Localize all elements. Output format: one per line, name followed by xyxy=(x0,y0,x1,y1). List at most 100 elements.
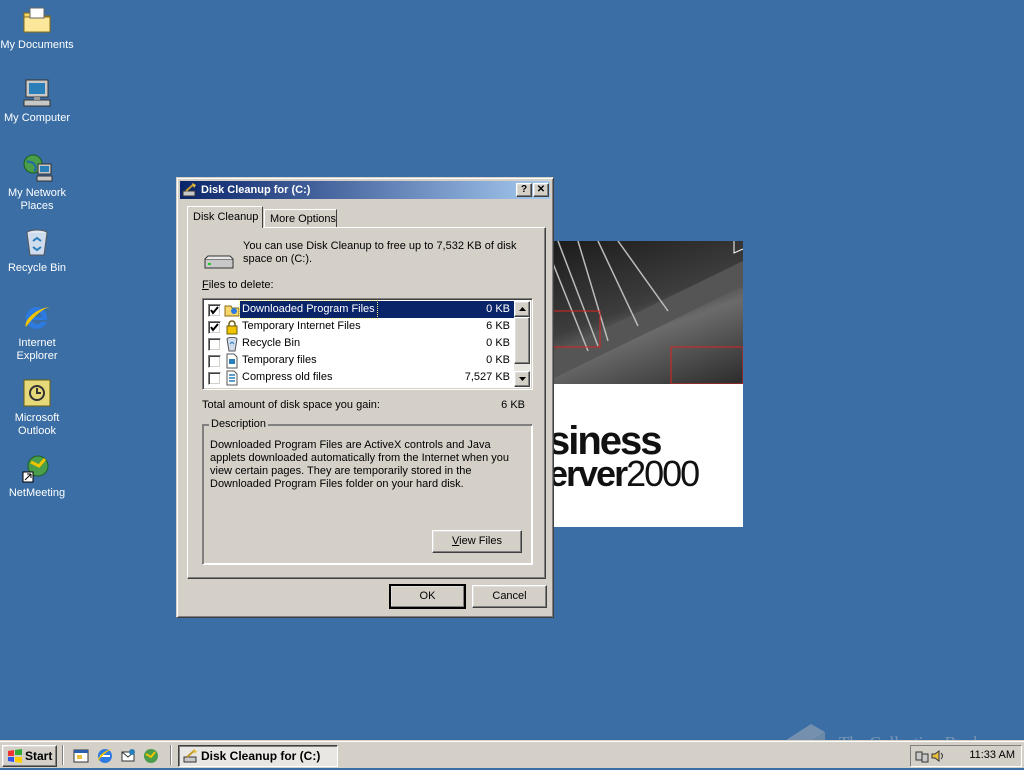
netmeeting-icon xyxy=(21,452,53,484)
lock-icon xyxy=(224,319,240,335)
desktop-icon-my-network-places[interactable]: My Network Places xyxy=(0,152,74,213)
file-checkbox[interactable] xyxy=(208,372,221,385)
desktop-icon-my-computer[interactable]: My Computer xyxy=(0,77,74,125)
network-icon xyxy=(21,152,53,184)
splash-word: erver xyxy=(548,453,628,494)
taskbar-separator xyxy=(170,745,172,765)
file-checkbox[interactable] xyxy=(208,304,221,317)
help-icon: ? xyxy=(520,184,528,195)
desktop-icon-netmeeting[interactable]: NetMeeting xyxy=(0,452,74,500)
hard-drive-icon xyxy=(204,255,234,269)
network-tray-icon[interactable] xyxy=(915,749,929,763)
splash-year: 2000 xyxy=(626,453,700,494)
list-scrollbar[interactable] xyxy=(514,301,530,387)
disk-cleanup-icon xyxy=(182,182,198,198)
file-name: Temporary files xyxy=(242,354,317,366)
cancel-label: Cancel xyxy=(492,590,527,602)
cancel-button[interactable]: Cancel xyxy=(472,585,547,608)
sbs-splash-image: siness erver2000 xyxy=(548,241,743,527)
desktop-icon-label: NetMeeting xyxy=(8,487,66,499)
description-text: Downloaded Program Files are ActiveX con… xyxy=(210,439,510,490)
show-desktop-icon[interactable] xyxy=(72,747,90,765)
desktop-icon-label: Internet Explorer xyxy=(16,337,58,362)
windows-flag-icon xyxy=(7,749,23,763)
system-tray: 11:33 AM xyxy=(910,745,1022,767)
files-listbox[interactable]: Downloaded Program Files 0 KB Temporary … xyxy=(202,298,533,390)
arrow-down-icon xyxy=(519,377,526,381)
outlook-icon xyxy=(21,377,53,409)
list-item[interactable]: Downloaded Program Files 0 KB xyxy=(205,300,514,319)
files-label-mnemonic: F xyxy=(202,279,209,291)
taskbar: Start Disk Cleanup for (C:) 11:33 AM xyxy=(0,740,1024,768)
file-checkbox[interactable] xyxy=(208,355,221,368)
description-legend: Description xyxy=(209,418,269,430)
file-icon xyxy=(224,353,240,369)
file-size: 0 KB xyxy=(486,337,510,349)
file-size: 0 KB xyxy=(486,303,510,315)
dialog-title: Disk Cleanup for (C:) xyxy=(201,184,311,196)
file-name: Downloaded Program Files xyxy=(239,300,378,319)
scroll-down-button[interactable] xyxy=(514,371,530,387)
tab-more-options[interactable]: More Options xyxy=(264,209,337,228)
close-icon: ✕ xyxy=(536,184,546,195)
ok-button[interactable]: OK xyxy=(389,584,466,609)
desktop-icon-label: Recycle Bin xyxy=(7,262,67,274)
recycle-bin-icon xyxy=(224,336,240,352)
disk-cleanup-dialog: Disk Cleanup for (C:) ? ✕ Disk Cleanup M… xyxy=(176,177,554,618)
bridge-photo xyxy=(548,241,743,385)
arrow-up-icon xyxy=(519,307,526,311)
start-label: Start xyxy=(25,749,53,763)
disk-cleanup-icon xyxy=(183,748,199,764)
list-item[interactable]: Compress old files 7,527 KB xyxy=(205,369,514,386)
file-checkbox[interactable] xyxy=(208,321,221,334)
folder-icon xyxy=(21,4,53,36)
desktop-icon-label: Microsoft Outlook xyxy=(14,412,60,437)
ok-label: OK xyxy=(419,590,436,602)
total-space-value: 6 KB xyxy=(501,399,525,411)
tab-disk-cleanup[interactable]: Disk Cleanup xyxy=(187,206,263,228)
volume-icon[interactable] xyxy=(931,749,945,763)
list-item[interactable]: Recycle Bin 0 KB xyxy=(205,335,514,352)
intro-text: You can use Disk Cleanup to free up to 7… xyxy=(243,240,517,265)
internet-explorer-icon xyxy=(21,302,53,334)
file-name: Recycle Bin xyxy=(242,337,301,349)
view-files-button[interactable]: View Files xyxy=(432,530,522,553)
recycle-bin-icon xyxy=(21,227,53,259)
computer-icon xyxy=(21,77,53,109)
dialog-titlebar[interactable]: Disk Cleanup for (C:) ? ✕ xyxy=(180,181,550,199)
desktop-icon-label: My Documents xyxy=(0,39,74,51)
file-name: Temporary Internet Files xyxy=(242,320,361,332)
splash-text-line2: erver2000 xyxy=(548,453,700,495)
desktop-icon-my-documents[interactable]: My Documents xyxy=(0,4,74,52)
files-label-text: iles to delete: xyxy=(208,279,274,291)
internet-explorer-icon[interactable] xyxy=(96,747,114,765)
desktop-icon-label: My Network Places xyxy=(7,187,67,212)
file-size: 0 KB xyxy=(486,354,510,366)
list-item[interactable]: Temporary Internet Files 6 KB xyxy=(205,318,514,335)
desktop-icon-internet-explorer[interactable]: Internet Explorer xyxy=(0,302,74,363)
netmeeting-icon[interactable] xyxy=(142,747,160,765)
scroll-up-button[interactable] xyxy=(514,301,530,317)
file-checkbox[interactable] xyxy=(208,338,221,351)
desktop-icon-recycle-bin[interactable]: Recycle Bin xyxy=(0,227,74,275)
taskbar-button-disk-cleanup[interactable]: Disk Cleanup for (C:) xyxy=(178,745,338,767)
close-button[interactable]: ✕ xyxy=(533,183,549,197)
outlook-express-icon[interactable] xyxy=(119,747,137,765)
total-space-label: Total amount of disk space you gain: xyxy=(202,399,380,411)
scroll-thumb[interactable] xyxy=(514,317,530,364)
start-button[interactable]: Start xyxy=(2,745,57,767)
file-size: 6 KB xyxy=(486,320,510,332)
file-name: Compress old files xyxy=(242,371,333,383)
files-to-delete-label: Files to delete: xyxy=(202,279,274,291)
taskbar-separator xyxy=(62,745,64,765)
desktop-icon-microsoft-outlook[interactable]: Microsoft Outlook xyxy=(0,377,74,438)
compress-icon xyxy=(224,370,240,386)
tab-label: Disk Cleanup xyxy=(193,211,259,223)
list-item[interactable]: Temporary files 0 KB xyxy=(205,352,514,369)
downloaded-files-icon xyxy=(224,302,240,318)
help-button[interactable]: ? xyxy=(516,183,532,197)
desktop-icon-label: My Computer xyxy=(3,112,71,124)
tab-label: More Options xyxy=(270,213,337,225)
taskbar-clock[interactable]: 11:33 AM xyxy=(969,749,1015,761)
files-list: Downloaded Program Files 0 KB Temporary … xyxy=(205,300,514,387)
